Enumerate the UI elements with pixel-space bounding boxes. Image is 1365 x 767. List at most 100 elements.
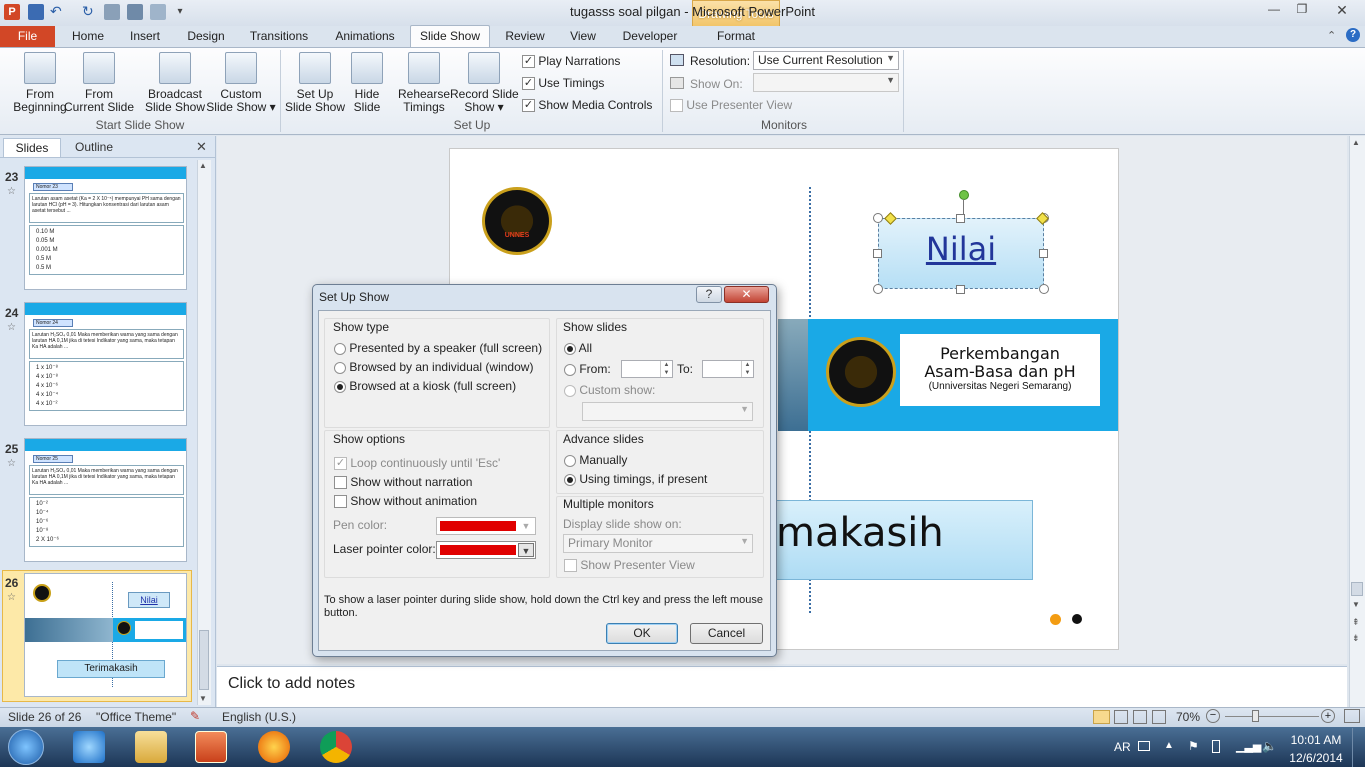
slide-thumbnail-23[interactable]: Nomor 23 Larutan asam asetat (Ka = 2 X 1… [24,166,187,290]
volume-icon[interactable]: 🔈 [1262,739,1277,753]
keyboard-icon[interactable] [1138,741,1150,751]
help-icon[interactable]: ? [1346,28,1360,42]
show-media-controls-checkbox[interactable]: ✓ Show Media Controls [522,98,652,113]
language[interactable]: English (U.S.) [222,710,296,724]
nilai-link[interactable]: Nilai [878,230,1044,268]
tab-file[interactable]: File [0,26,55,47]
action-center-icon[interactable]: ⚑ [1188,739,1199,753]
fit-to-window-icon[interactable] [1344,709,1360,723]
radio-browsed-at-kiosk[interactable]: Browsed at a kiosk (full screen) [334,379,516,393]
resize-handle[interactable] [873,249,882,258]
next-slide-icon[interactable]: ⇟ [1352,633,1360,644]
cancel-button[interactable]: Cancel [690,623,763,644]
resize-handle[interactable] [956,214,965,223]
scroll-down-icon[interactable]: ▼ [1352,600,1360,609]
dialog-close-button[interactable]: ✕ [724,286,769,303]
show-desktop-button[interactable] [1352,728,1365,767]
slide-thumbnail-26[interactable]: Nilai Terimakasih [24,573,187,697]
restore-icon[interactable]: ❐ [1290,2,1314,20]
laser-color-picker[interactable]: ▼ [436,541,536,559]
powerpoint-taskbar-icon[interactable] [195,731,227,763]
normal-view-icon[interactable] [1093,710,1110,724]
notes-placeholder[interactable]: Click to add notes [228,675,355,693]
start-button-icon[interactable] [8,729,44,765]
to-spinner[interactable]: ▲ ▼ [741,361,753,377]
tab-transitions[interactable]: Transitions [246,28,312,47]
from-spinner[interactable]: ▲ ▼ [660,361,672,377]
scroll-up-icon[interactable]: ▲ [1352,138,1360,147]
radio-presented-by-speaker[interactable]: Presented by a speaker (full screen) [334,341,542,355]
input-language[interactable]: AR [1114,740,1131,754]
rehearse-timings-button[interactable]: Rehearse Timings [396,52,452,114]
close-pane-icon[interactable]: ✕ [196,139,207,155]
tab-review[interactable]: Review [500,28,550,47]
tab-slides[interactable]: Slides [3,138,61,158]
spell-check-icon[interactable]: ✎ [190,709,200,723]
clock-time[interactable]: 10:01 AM [1288,733,1344,747]
radio-all-slides[interactable]: All [564,341,592,355]
resize-handle[interactable] [1039,284,1049,294]
notes-pane[interactable] [217,666,1347,707]
zoom-out-icon[interactable]: − [1206,709,1220,723]
tab-home[interactable]: Home [66,28,110,47]
scroll-thumb[interactable] [1351,582,1363,596]
radio-browsed-by-individual[interactable]: Browsed by an individual (window) [334,360,533,374]
internet-explorer-icon[interactable] [73,731,105,763]
slide-thumbnail-25[interactable]: Nomor 25 Larutan H₂SO₄ 0,01 Maka memberi… [24,438,187,562]
use-timings-checkbox[interactable]: ✓ Use Timings [522,76,604,91]
tray-arrow-icon[interactable]: ▲ [1164,740,1174,751]
chrome-icon[interactable] [320,731,352,763]
set-up-slide-show-button[interactable]: Set Up Slide Show [284,52,346,114]
collapse-ribbon-icon[interactable]: ⌃ [1327,29,1336,42]
record-slide-show-button[interactable]: Record Slide Show ▾ [450,52,519,114]
dialog-help-button[interactable]: ? [696,286,722,303]
pane-scrollbar[interactable] [197,160,211,705]
resize-handle[interactable] [956,285,965,294]
network-icon[interactable]: ▁▃▅ [1236,740,1261,753]
ok-button[interactable]: OK [606,623,678,644]
scroll-thumb[interactable] [199,630,209,690]
resize-handle[interactable] [1039,249,1048,258]
tab-slide-show[interactable]: Slide Show [412,28,488,47]
no-narration-checkbox[interactable]: Show without narration [334,475,472,490]
resize-handle[interactable] [873,284,883,294]
tab-format[interactable]: Format [708,28,764,47]
firefox-icon[interactable] [258,731,290,763]
tab-developer[interactable]: Developer [618,28,682,47]
custom-slide-show-button[interactable]: Custom Slide Show ▾ [206,52,276,114]
radio-manually[interactable]: Manually [564,453,627,467]
tab-outline[interactable]: Outline [64,138,124,158]
rotate-handle[interactable] [959,190,969,200]
scroll-up-icon[interactable]: ▲ [199,161,207,170]
radio-using-timings[interactable]: Using timings, if present [564,472,707,486]
broadcast-button[interactable]: Broadcast Slide Show [140,52,210,114]
previous-slide-icon[interactable]: ⇞ [1352,617,1360,628]
tab-view[interactable]: View [562,28,604,47]
scroll-down-icon[interactable]: ▼ [199,694,207,703]
resize-handle[interactable] [873,213,883,223]
zoom-slider-track[interactable] [1225,716,1319,717]
file-explorer-icon[interactable] [135,731,167,763]
tab-design[interactable]: Design [182,28,230,47]
slide-thumbnail-24[interactable]: Nomor 24 Larutan H₂SO₄ 0,01 Maka memberi… [24,302,187,426]
zoom-in-icon[interactable]: + [1321,709,1335,723]
tab-animations[interactable]: Animations [330,28,400,47]
close-icon[interactable]: ✕ [1330,2,1354,20]
hide-slide-button[interactable]: Hide Slide [346,52,388,114]
resolution-dropdown[interactable]: Use Current Resolution ▼ [753,51,899,70]
from-current-button[interactable]: From Current Slide [63,52,135,114]
no-animation-label: Show without animation [350,494,478,508]
no-animation-checkbox[interactable]: Show without animation [334,494,478,509]
zoom-slider-thumb[interactable] [1252,710,1259,722]
minimize-icon[interactable]: — [1262,2,1286,20]
zoom-level[interactable]: 70% [1176,710,1200,724]
radio-from-slide[interactable]: From: [564,362,611,376]
tab-insert[interactable]: Insert [125,28,165,47]
slide-sorter-icon[interactable] [1114,710,1128,724]
battery-icon[interactable] [1212,740,1220,753]
play-narrations-checkbox[interactable]: ✓ Play Narrations [522,54,620,69]
theme-name[interactable]: "Office Theme" [96,710,176,724]
slideshow-view-icon[interactable] [1152,710,1166,724]
reading-view-icon[interactable] [1133,710,1147,724]
clock-date[interactable]: 12/6/2014 [1288,751,1344,765]
